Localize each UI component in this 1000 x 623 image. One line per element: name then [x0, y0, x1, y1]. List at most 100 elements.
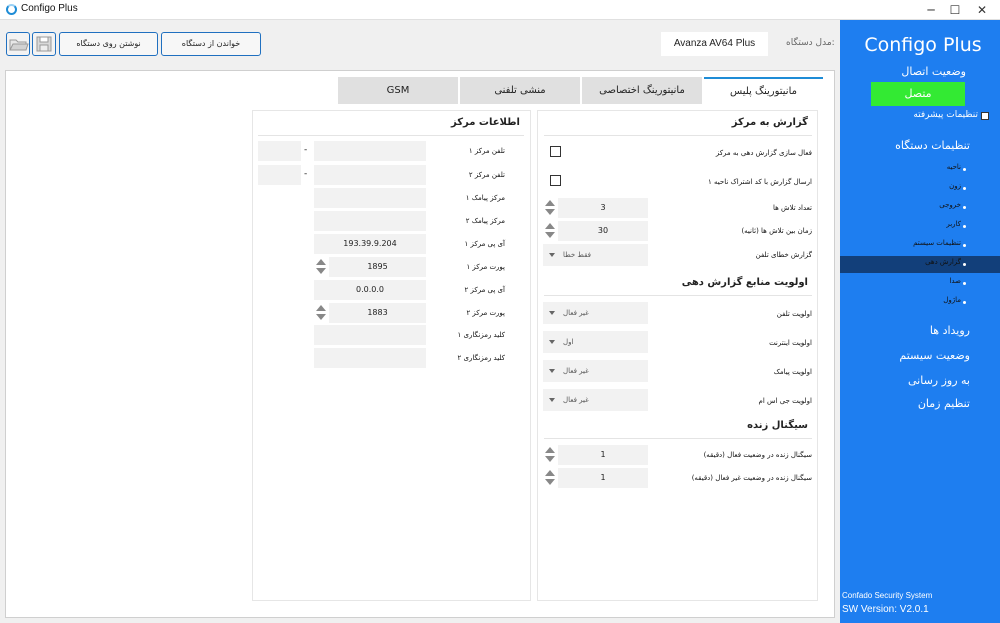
- send-area1-label: ارسال گزارش با کد اشتراک ناحیه ۱: [708, 178, 812, 186]
- connection-status-label: وضعیت اتصال: [901, 65, 966, 78]
- phone-priority-dropdown[interactable]: غیر فعال: [543, 302, 648, 324]
- divider: [544, 295, 812, 296]
- close-button[interactable]: ✕: [962, 0, 1000, 20]
- sidebar-item-sound[interactable]: صدا: [840, 275, 1000, 292]
- priority-title: اولویت منابع گزارش دهی: [681, 277, 808, 288]
- sms-priority-label: اولویت پیامک: [773, 368, 812, 376]
- tab-answering-machine[interactable]: منشی تلفنی: [460, 77, 580, 104]
- phone2-dash: -: [304, 169, 308, 179]
- gsm-priority-dropdown[interactable]: غیر فعال: [543, 389, 648, 411]
- connect-button[interactable]: متصل: [871, 82, 965, 106]
- gsm-priority-label: اولویت جی اس ام: [758, 397, 812, 405]
- sidebar-item-output[interactable]: خروجی: [840, 199, 1000, 216]
- phone2-field[interactable]: [314, 165, 426, 185]
- footer-version: SW Version: V2.0.1: [842, 604, 929, 615]
- sms-priority-dropdown[interactable]: غیر فعال: [543, 360, 648, 382]
- phone2-prefix-field[interactable]: [258, 165, 301, 185]
- chevron-down-icon: [549, 369, 555, 373]
- sidebar-item-reporting[interactable]: گزارش دهی: [840, 256, 1000, 273]
- sidebar-update[interactable]: به روز رسانی: [908, 374, 970, 387]
- heartbeat-title: سیگنال زنده: [747, 420, 808, 431]
- phone1-dash: -: [304, 145, 308, 155]
- sidebar-events[interactable]: رویداد ها: [930, 324, 970, 337]
- sidebar-item-module[interactable]: ماژول: [840, 294, 1000, 311]
- heartbeat-active-spinner[interactable]: [545, 445, 556, 465]
- ip2-field[interactable]: 0.0.0.0: [314, 280, 426, 300]
- line-error-label: گزارش خطای تلفن: [755, 251, 812, 259]
- port1-label: پورت مرکز ۱: [466, 263, 505, 271]
- device-model-value: Avanza AV64 Plus: [661, 32, 768, 56]
- sidebar-item-area[interactable]: ناحیه: [840, 161, 1000, 178]
- save-icon: [36, 36, 52, 52]
- internet-priority-label: اولویت اینترنت: [769, 339, 812, 347]
- call-count-spinner[interactable]: [545, 198, 556, 218]
- interval-label: زمان بین تلاش ها (ثانیه): [741, 227, 812, 235]
- encryption-key2-label: کلید رمزنگاری ۲: [457, 354, 505, 362]
- heartbeat-inactive-field[interactable]: 1: [558, 468, 648, 488]
- sidebar-time-settings[interactable]: تنظیم زمان: [918, 397, 970, 410]
- port1-spinner[interactable]: [316, 257, 327, 277]
- chevron-down-icon: [549, 340, 555, 344]
- port2-label: پورت مرکز ۲: [466, 309, 505, 317]
- ip2-label: آی پی مرکز ۲: [464, 286, 505, 294]
- port2-spinner[interactable]: [316, 303, 327, 323]
- phone1-field[interactable]: [314, 141, 426, 161]
- heartbeat-inactive-label: سیگنال زنده در وضعیت غیر فعال (دقیقه): [691, 474, 812, 482]
- sidebar-item-user[interactable]: کاربر: [840, 218, 1000, 235]
- sidebar-system-status[interactable]: وضعیت سیستم: [899, 349, 970, 362]
- write-to-device-button[interactable]: نوشتن روی دستگاه: [59, 32, 158, 56]
- tab-police-monitoring[interactable]: مانیتورینگ پلیس: [704, 77, 823, 104]
- read-from-device-button[interactable]: خواندن از دستگاه: [161, 32, 261, 56]
- window-title: Configo Plus: [21, 3, 78, 14]
- open-folder-button[interactable]: [6, 32, 30, 56]
- phone-priority-label: اولویت تلفن: [776, 310, 812, 318]
- phone1-label: تلفن مرکز ۱: [468, 147, 505, 155]
- chevron-down-icon: [549, 253, 555, 257]
- folder-icon: [9, 39, 29, 51]
- interval-field[interactable]: 30: [558, 221, 648, 241]
- encryption-key1-label: کلید رمزنگاری ۱: [457, 331, 505, 339]
- call-count-field[interactable]: 3: [558, 198, 648, 218]
- sms-center2-field[interactable]: [314, 211, 426, 231]
- device-model-label: مدل دستگاه:: [786, 38, 835, 48]
- internet-priority-dropdown[interactable]: اول: [543, 331, 648, 353]
- interval-spinner[interactable]: [545, 221, 556, 241]
- title-bar: Configo Plus ─ ☐ ✕: [0, 0, 1000, 20]
- chevron-down-icon: [549, 398, 555, 402]
- ip1-field[interactable]: 193.39.9.204: [314, 234, 426, 254]
- ip1-label: آی پی مرکز ۱: [464, 240, 505, 248]
- divider: [544, 438, 812, 439]
- send-area1-checkbox[interactable]: [550, 175, 561, 186]
- heartbeat-active-field[interactable]: 1: [558, 445, 648, 465]
- center-info-title: اطلاعات مرکز: [450, 117, 520, 128]
- sms-center2-label: مرکز پیامک ۲: [465, 217, 505, 225]
- call-count-label: تعداد تلاش ها: [772, 204, 812, 212]
- report-title: گزارش به مرکز: [731, 117, 808, 128]
- save-button[interactable]: [32, 32, 56, 56]
- encryption-key1-field[interactable]: [314, 325, 426, 345]
- sms-center1-field[interactable]: [314, 188, 426, 208]
- chevron-down-icon: [549, 311, 555, 315]
- phone1-prefix-field[interactable]: [258, 141, 301, 161]
- line-error-dropdown[interactable]: فقط خطا: [543, 244, 648, 266]
- phone2-label: تلفن مرکز ۲: [468, 171, 505, 179]
- tab-gsm[interactable]: GSM: [338, 77, 458, 104]
- app-icon: [6, 4, 17, 15]
- device-settings-header[interactable]: تنظیمات دستگاه: [895, 139, 970, 152]
- sidebar: Configo Plus وضعیت اتصال متصل تنظیمات پی…: [840, 20, 1000, 623]
- sidebar-item-zone[interactable]: زون: [840, 180, 1000, 197]
- sidebar-item-system-settings[interactable]: تنظیمات سیستم: [840, 237, 1000, 254]
- advanced-settings-label: تنظیمات پیشرفته: [913, 110, 978, 120]
- port2-field[interactable]: 1883: [329, 303, 426, 323]
- port1-field[interactable]: 1895: [329, 257, 426, 277]
- footer-company: Confado Security System: [842, 591, 933, 600]
- advanced-settings-checkbox[interactable]: [981, 112, 989, 120]
- sms-center1-label: مرکز پیامک ۱: [465, 194, 505, 202]
- heartbeat-active-label: سیگنال زنده در وضعیت فعال (دقیقه): [703, 451, 812, 459]
- heartbeat-inactive-spinner[interactable]: [545, 468, 556, 488]
- enable-report-checkbox[interactable]: [550, 146, 561, 157]
- encryption-key2-field[interactable]: [314, 348, 426, 368]
- divider: [258, 135, 524, 136]
- divider: [544, 135, 812, 136]
- tab-private-monitoring[interactable]: مانیتورینگ اختصاصی: [582, 77, 702, 104]
